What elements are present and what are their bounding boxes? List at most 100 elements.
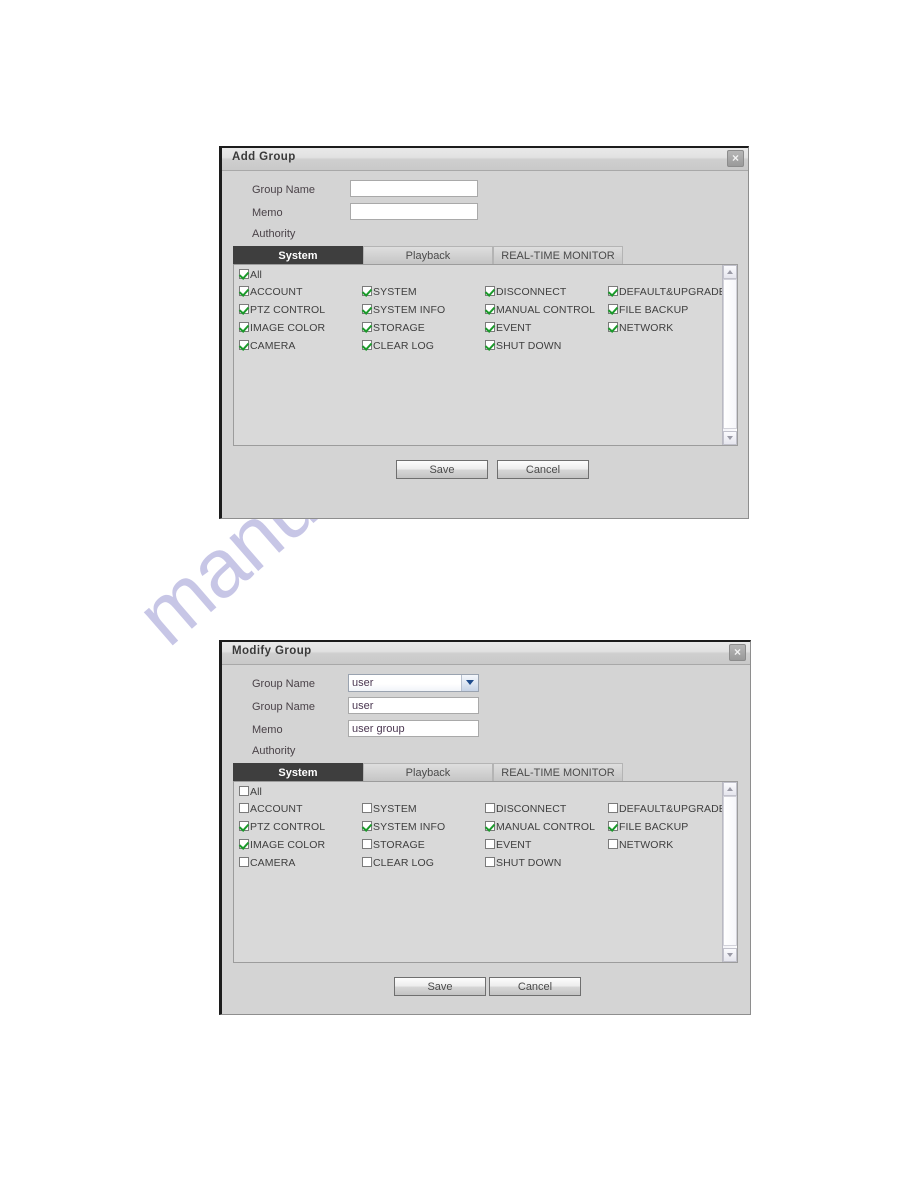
checkbox-default-upgrade[interactable]: DEFAULT&UPGRADE — [608, 803, 726, 816]
checkbox-checked-icon[interactable] — [239, 286, 249, 296]
checkbox-file-backup[interactable]: FILE BACKUP — [608, 304, 688, 317]
checkbox-label: MANUAL CONTROL — [496, 821, 596, 833]
checkbox-disconnect[interactable]: DISCONNECT — [485, 803, 566, 816]
tab-real-time-monitor[interactable]: REAL-TIME MONITOR — [493, 246, 623, 264]
checkbox-checked-icon[interactable] — [485, 286, 495, 296]
checkbox-checked-icon[interactable] — [608, 821, 618, 831]
checkbox-unchecked-icon[interactable] — [362, 803, 372, 813]
checkbox-unchecked-icon[interactable] — [485, 857, 495, 867]
checkbox-clear-log[interactable]: CLEAR LOG — [362, 857, 434, 870]
modify-group-title: Modify Group — [232, 645, 312, 657]
modify-group-titlebar: Modify Group × — [222, 642, 750, 665]
scroll-up-icon[interactable] — [723, 265, 737, 279]
checkbox-storage[interactable]: STORAGE — [362, 839, 425, 852]
scrollbar-thumb[interactable] — [723, 279, 737, 429]
checkbox-unchecked-icon[interactable] — [608, 803, 618, 813]
checkbox-checked-icon[interactable] — [239, 821, 249, 831]
checkbox-camera[interactable]: CAMERA — [239, 340, 296, 353]
checkbox-label: STORAGE — [373, 839, 425, 851]
checkbox-checked-icon[interactable] — [239, 839, 249, 849]
checkbox-storage[interactable]: STORAGE — [362, 322, 425, 335]
permission-scrollbar[interactable] — [722, 265, 737, 445]
group-name-select-value: user — [352, 677, 374, 689]
checkbox-ptz-control[interactable]: PTZ CONTROL — [239, 821, 325, 834]
modify-group-form: Group Name user Group Name user Memo use… — [222, 665, 750, 761]
checkbox-checked-icon[interactable] — [608, 322, 618, 332]
checkbox-checked-icon[interactable] — [239, 322, 249, 332]
checkbox-checked-icon[interactable] — [362, 821, 372, 831]
checkbox-account[interactable]: ACCOUNT — [239, 286, 303, 299]
checkbox-default-upgrade[interactable]: DEFAULT&UPGRADE — [608, 286, 726, 299]
checkbox-checked-icon[interactable] — [608, 286, 618, 296]
checkbox-system[interactable]: SYSTEM — [362, 286, 417, 299]
checkbox-unchecked-icon[interactable] — [239, 857, 249, 867]
checkbox-checked-icon[interactable] — [239, 269, 249, 279]
checkbox-ptz-control[interactable]: PTZ CONTROL — [239, 304, 325, 317]
group-name-input[interactable] — [350, 180, 478, 197]
tab-playback[interactable]: Playback — [363, 246, 493, 264]
checkbox-checked-icon[interactable] — [362, 322, 372, 332]
tab-system[interactable]: System — [233, 246, 363, 264]
scroll-down-icon[interactable] — [723, 431, 737, 445]
tab-real-time-monitor[interactable]: REAL-TIME MONITOR — [493, 763, 623, 781]
chevron-down-icon[interactable] — [461, 675, 478, 691]
checkbox-unchecked-icon[interactable] — [608, 839, 618, 849]
scrollbar-thumb[interactable] — [723, 796, 737, 946]
cancel-button[interactable]: Cancel — [489, 977, 581, 996]
tab-playback[interactable]: Playback — [363, 763, 493, 781]
checkbox-file-backup[interactable]: FILE BACKUP — [608, 821, 688, 834]
checkbox-unchecked-icon[interactable] — [239, 786, 249, 796]
memo-input[interactable] — [350, 203, 478, 220]
checkbox-shut-down[interactable]: SHUT DOWN — [485, 857, 561, 870]
memo-label: Memo — [252, 724, 283, 736]
checkbox-checked-icon[interactable] — [485, 322, 495, 332]
save-button[interactable]: Save — [396, 460, 488, 479]
checkbox-unchecked-icon[interactable] — [362, 839, 372, 849]
form-row-memo: Memo — [222, 203, 748, 226]
checkbox-clear-log[interactable]: CLEAR LOG — [362, 340, 434, 353]
tab-system[interactable]: System — [233, 763, 363, 781]
add-group-dialog: Add Group × Group Name Memo Authority Sy… — [219, 146, 749, 519]
group-name-select[interactable]: user — [348, 674, 479, 692]
checkbox-unchecked-icon[interactable] — [362, 857, 372, 867]
checkbox-manual-control[interactable]: MANUAL CONTROL — [485, 821, 595, 834]
checkbox-account[interactable]: ACCOUNT — [239, 803, 303, 816]
checkbox-manual-control[interactable]: MANUAL CONTROL — [485, 304, 595, 317]
close-icon[interactable]: × — [729, 644, 746, 661]
checkbox-checked-icon[interactable] — [485, 340, 495, 350]
checkbox-disconnect[interactable]: DISCONNECT — [485, 286, 566, 299]
checkbox-system-info[interactable]: SYSTEM INFO — [362, 304, 445, 317]
checkbox-checked-icon[interactable] — [362, 286, 372, 296]
checkbox-all[interactable]: All — [239, 269, 262, 282]
checkbox-checked-icon[interactable] — [362, 304, 372, 314]
checkbox-network[interactable]: NETWORK — [608, 839, 673, 852]
permission-scrollbar[interactable] — [722, 782, 737, 962]
checkbox-event[interactable]: EVENT — [485, 322, 532, 335]
checkbox-checked-icon[interactable] — [485, 304, 495, 314]
checkbox-event[interactable]: EVENT — [485, 839, 532, 852]
checkbox-all[interactable]: All — [239, 786, 262, 799]
checkbox-system[interactable]: SYSTEM — [362, 803, 417, 816]
checkbox-image-color[interactable]: IMAGE COLOR — [239, 839, 325, 852]
checkbox-checked-icon[interactable] — [485, 821, 495, 831]
close-icon[interactable]: × — [727, 150, 744, 167]
checkbox-unchecked-icon[interactable] — [239, 803, 249, 813]
cancel-button[interactable]: Cancel — [497, 460, 589, 479]
checkbox-system-info[interactable]: SYSTEM INFO — [362, 821, 445, 834]
scroll-up-icon[interactable] — [723, 782, 737, 796]
memo-input[interactable]: user group — [348, 720, 479, 737]
checkbox-image-color[interactable]: IMAGE COLOR — [239, 322, 325, 335]
checkbox-camera[interactable]: CAMERA — [239, 857, 296, 870]
save-button[interactable]: Save — [394, 977, 486, 996]
checkbox-label: IMAGE COLOR — [250, 839, 326, 851]
checkbox-checked-icon[interactable] — [608, 304, 618, 314]
checkbox-checked-icon[interactable] — [239, 304, 249, 314]
checkbox-checked-icon[interactable] — [239, 340, 249, 350]
checkbox-checked-icon[interactable] — [362, 340, 372, 350]
checkbox-network[interactable]: NETWORK — [608, 322, 673, 335]
group-name-input[interactable]: user — [348, 697, 479, 714]
checkbox-unchecked-icon[interactable] — [485, 803, 495, 813]
checkbox-shut-down[interactable]: SHUT DOWN — [485, 340, 561, 353]
scroll-down-icon[interactable] — [723, 948, 737, 962]
checkbox-unchecked-icon[interactable] — [485, 839, 495, 849]
